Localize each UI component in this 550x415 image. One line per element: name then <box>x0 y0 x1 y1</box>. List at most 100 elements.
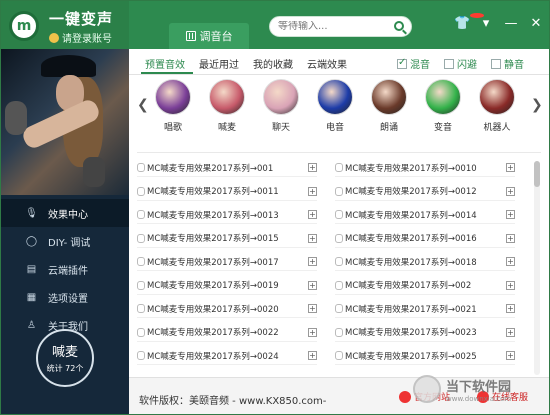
add-icon[interactable]: + <box>308 257 317 266</box>
close-icon[interactable]: ✕ <box>529 16 543 31</box>
scrollbar-thumb[interactable] <box>534 161 540 187</box>
menu-icon[interactable]: ▾ <box>479 16 493 31</box>
add-icon[interactable]: + <box>308 186 317 196</box>
list-item[interactable]: MC喊麦专用效果2017系列→0019 + <box>137 277 317 295</box>
add-icon[interactable]: + <box>308 233 317 243</box>
tab-preset[interactable]: 预置音效 <box>145 56 185 71</box>
sidebar-item-cloud[interactable]: ▤ 云端插件 <box>1 255 129 283</box>
list-item[interactable]: MC喊麦专用效果2017系列→0017 + <box>137 253 317 271</box>
stat-count: 统计 72个 <box>46 364 84 373</box>
list-item[interactable]: MC喊麦专用效果2017系列→0025 + <box>335 347 515 365</box>
add-icon[interactable]: + <box>506 351 515 360</box>
list-item-label: MC喊麦专用效果2017系列→0024 <box>147 351 279 362</box>
active-tab-indicator <box>141 72 193 74</box>
copyright-text: 软件版权：美颐音频 - www.KX850.com- <box>139 396 327 407</box>
checkbox-mute[interactable]: 静音 <box>491 56 524 71</box>
chevron-right-icon[interactable]: ❯ <box>531 97 543 113</box>
login-link[interactable]: 请登录账号 <box>49 30 112 45</box>
app-title: 一键变声 <box>49 10 114 28</box>
effect-avatar <box>155 79 191 115</box>
list-item[interactable]: MC喊麦专用效果2017系列→001 + <box>137 159 317 177</box>
effect-carousel: ❮ 唱歌 喊麦 聊天 电音 朗诵 变音 机器人 ❯ <box>129 79 549 151</box>
add-icon[interactable]: + <box>308 304 317 313</box>
list-item-label: MC喊麦专用效果2017系列→0021 <box>345 304 477 315</box>
add-icon[interactable]: + <box>308 327 317 337</box>
sidebar: 🎙 效果中心 ◯ DIY- 调试 ▤ 云端插件 ▦ 选项设置 ♙ 关于我们 喊麦 统计 7… <box>1 49 129 414</box>
checkbox-mix-box[interactable] <box>397 57 407 69</box>
effect-electro[interactable]: 电音 <box>313 79 357 133</box>
sidebar-nav: 🎙 效果中心 ◯ DIY- 调试 ▤ 云端插件 ▦ 选项设置 ♙ 关于我们 <box>1 199 129 339</box>
mic-icon <box>335 210 343 219</box>
list-item[interactable]: MC喊麦专用效果2017系列→0021 + <box>335 300 515 318</box>
effect-avatar <box>371 79 407 115</box>
checkbox-duck-box[interactable] <box>444 58 454 69</box>
diy-icon: ◯ <box>25 235 38 247</box>
effect-change[interactable]: 变音 <box>421 79 465 133</box>
effect-label: 变音 <box>433 123 452 133</box>
main-panel: 预置音效 最近用过 我的收藏 云端效果 混音 闪避 静音 ❮ 唱歌 喊麦 聊天 … <box>129 49 549 414</box>
list-item[interactable]: MC喊麦专用效果2017系列→0020 + <box>137 300 317 318</box>
effect-recite[interactable]: 朗诵 <box>367 79 411 133</box>
effect-shout[interactable]: 喊麦 <box>205 79 249 133</box>
watermark: 当下软件园 www.downxia.com <box>413 367 547 411</box>
search-input[interactable] <box>278 21 393 32</box>
tab-favorites[interactable]: 我的收藏 <box>253 56 293 71</box>
effect-robot[interactable]: 机器人 <box>475 79 519 133</box>
mixer-icon <box>185 31 196 41</box>
sidebar-item-settings[interactable]: ▦ 选项设置 <box>1 283 129 311</box>
mic-icon <box>137 163 145 172</box>
list-item[interactable]: MC喊麦专用效果2017系列→0013 + <box>137 206 317 224</box>
list-item[interactable]: MC喊麦专用效果2017系列→0016 + <box>335 230 515 248</box>
add-icon[interactable]: + <box>506 186 515 196</box>
list-item[interactable]: MC喊麦专用效果2017系列→0011 + <box>137 183 317 201</box>
sidebar-item-effects[interactable]: 🎙 效果中心 <box>1 199 129 227</box>
list-item[interactable]: MC喊麦专用效果2017系列→0023 + <box>335 324 515 342</box>
list-item[interactable]: MC喊麦专用效果2017系列→0024 + <box>137 347 317 365</box>
effect-label: 唱歌 <box>163 123 182 133</box>
search-box[interactable] <box>269 16 412 37</box>
checkbox-duck[interactable]: 闪避 <box>444 56 477 71</box>
shirt-icon[interactable]: 👕 <box>454 13 484 31</box>
checkbox-mute-box[interactable] <box>491 58 501 69</box>
add-icon[interactable]: + <box>308 163 317 172</box>
banner-hat <box>41 55 96 77</box>
add-icon[interactable]: + <box>506 233 515 243</box>
add-icon[interactable]: + <box>308 210 317 219</box>
add-icon[interactable]: + <box>308 280 317 290</box>
list-item[interactable]: MC喊麦专用效果2017系列→0015 + <box>137 230 317 248</box>
scrollbar[interactable] <box>534 161 540 375</box>
watermark-subtitle: www.downxia.com <box>446 394 512 403</box>
mic-icon <box>137 233 145 243</box>
sidebar-item-label: DIY- 调试 <box>48 237 91 249</box>
add-icon[interactable]: + <box>506 280 515 290</box>
effect-singing[interactable]: 唱歌 <box>151 79 195 133</box>
effect-list: MC喊麦专用效果2017系列→001 + MC喊麦专用效果2017系列→0011 + M… <box>137 159 525 373</box>
add-icon[interactable]: + <box>506 327 515 337</box>
add-icon[interactable]: + <box>506 304 515 313</box>
minimize-icon[interactable]: — <box>504 16 518 31</box>
effect-tabs: 预置音效 最近用过 我的收藏 云端效果 混音 闪避 静音 <box>129 49 549 75</box>
add-icon[interactable]: + <box>308 351 317 360</box>
add-icon[interactable]: + <box>506 163 515 172</box>
checkbox-mix[interactable]: 混音 <box>397 56 430 71</box>
effect-avatar <box>317 79 353 115</box>
tab-recent[interactable]: 最近用过 <box>199 56 239 71</box>
tab-mixer[interactable]: 调音台 <box>169 23 249 49</box>
sidebar-item-label: 云端插件 <box>48 265 88 277</box>
sidebar-item-diy[interactable]: ◯ DIY- 调试 <box>1 227 129 255</box>
chevron-left-icon[interactable]: ❮ <box>137 97 149 113</box>
effect-chat[interactable]: 聊天 <box>259 79 303 133</box>
list-item[interactable]: MC喊麦专用效果2017系列→002 + <box>335 277 515 295</box>
effect-label: 机器人 <box>483 123 511 133</box>
add-icon[interactable]: + <box>506 257 515 266</box>
list-item-label: MC喊麦专用效果2017系列→0011 <box>147 187 279 197</box>
list-item[interactable]: MC喊麦专用效果2017系列→0014 + <box>335 206 515 224</box>
list-item[interactable]: MC喊麦专用效果2017系列→0022 + <box>137 324 317 342</box>
search-icon[interactable] <box>394 21 404 31</box>
list-item[interactable]: MC喊麦专用效果2017系列→0012 + <box>335 183 515 201</box>
list-item[interactable]: MC喊麦专用效果2017系列→0010 + <box>335 159 515 177</box>
add-icon[interactable]: + <box>506 210 515 219</box>
tab-cloud[interactable]: 云端效果 <box>307 56 347 71</box>
list-item[interactable]: MC喊麦专用效果2017系列→0018 + <box>335 253 515 271</box>
login-label[interactable]: 请登录账号 <box>62 30 112 45</box>
